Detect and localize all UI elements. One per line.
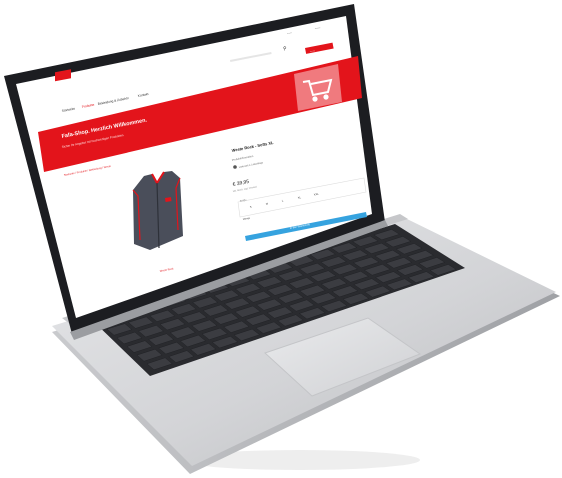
laptop-photo: Anmelden Warenkorb Zum Shop ⚲ Startseite… [4, 4, 560, 474]
product-image-vest [132, 171, 183, 250]
search-icon[interactable]: ⚲ [283, 46, 287, 52]
availability-icon [233, 165, 237, 169]
